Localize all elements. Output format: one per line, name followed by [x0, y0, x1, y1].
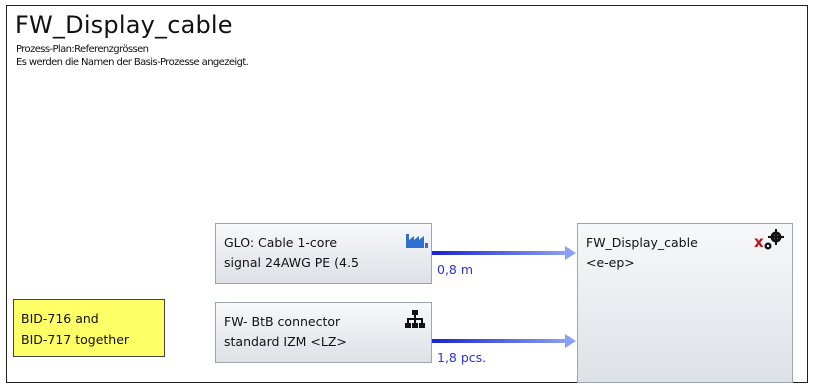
- process-label-line2: <e-ep>: [586, 255, 635, 270]
- hierarchy-icon: [405, 310, 425, 328]
- flow-arrow-cable[interactable]: [431, 246, 576, 260]
- note-line2: BID-717 together: [21, 332, 130, 347]
- process-label-line1: GLO: Cable 1-core: [224, 235, 338, 250]
- comment-note[interactable]: BID-716 and BID-717 together: [13, 299, 165, 357]
- process-label-line2: standard IZM <LZ>: [224, 334, 347, 349]
- process-box-display-cable[interactable]: FW_Display_cable <e-ep> x: [577, 223, 793, 383]
- process-label-line1: FW_Display_cable: [586, 235, 698, 250]
- process-label-line1: FW- BtB connector: [224, 314, 341, 329]
- flow-label-cable: 0,8 m: [437, 262, 474, 277]
- x-gears-icon: x: [754, 229, 784, 251]
- process-box-glo-cable[interactable]: GLO: Cable 1-core signal 24AWG PE (4.5: [215, 223, 432, 284]
- process-box-btb-connector[interactable]: FW- BtB connector standard IZM <LZ>: [215, 302, 432, 363]
- note-line1: BID-716 and: [21, 311, 99, 326]
- factory-icon: [406, 234, 428, 248]
- process-label-line2: signal 24AWG PE (4.5: [224, 255, 359, 270]
- svg-text:x: x: [754, 233, 764, 251]
- flow-arrow-connector[interactable]: [431, 334, 576, 348]
- flow-label-connector: 1,8 pcs.: [437, 350, 487, 365]
